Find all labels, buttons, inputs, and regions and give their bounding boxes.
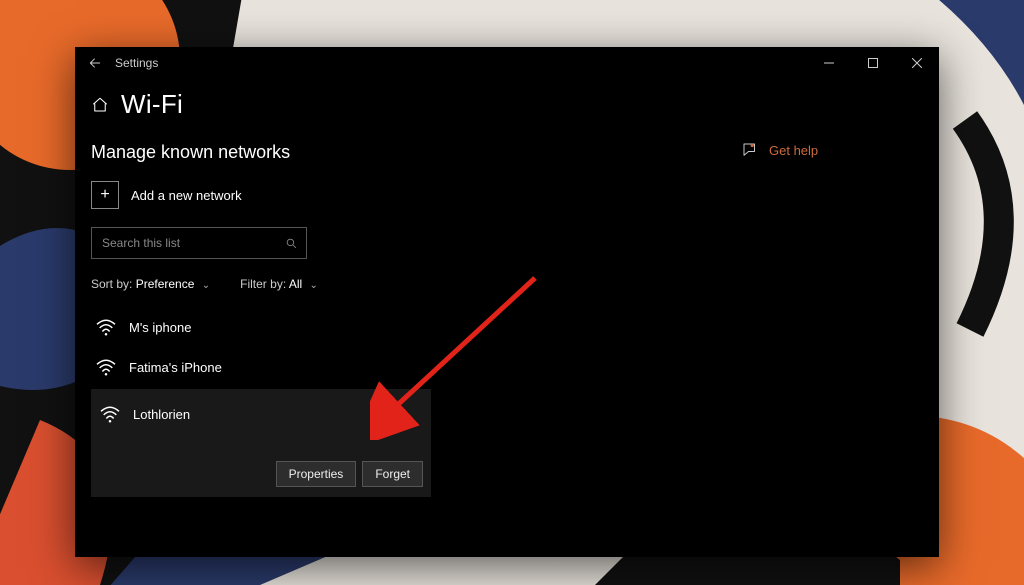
network-item-selected[interactable]: Lothlorien Properties Forget <box>91 389 431 497</box>
chevron-down-icon: ⌄ <box>202 280 210 291</box>
sort-by-value: Preference <box>136 277 195 291</box>
minimize-icon <box>824 58 834 68</box>
close-icon <box>912 58 922 68</box>
network-name: Fatima's iPhone <box>129 360 222 375</box>
arrow-left-icon <box>88 56 102 70</box>
filter-by-dropdown[interactable]: Filter by: All ⌄ <box>240 277 318 291</box>
add-network-label: Add a new network <box>131 188 242 203</box>
network-item[interactable]: Fatima's iPhone <box>91 347 731 387</box>
desktop: Settings Wi-Fi Manage known networ <box>0 0 1024 585</box>
help-icon <box>741 141 759 159</box>
section-title: Manage known networks <box>91 142 731 163</box>
titlebar: Settings <box>75 47 939 79</box>
network-name: M's iphone <box>129 320 191 335</box>
minimize-button[interactable] <box>807 47 851 79</box>
search-input[interactable] <box>100 235 264 251</box>
back-button[interactable] <box>75 47 115 79</box>
app-title: Settings <box>115 56 158 70</box>
forget-button[interactable]: Forget <box>362 461 423 487</box>
plus-icon: + <box>91 181 119 209</box>
network-name: Lothlorien <box>133 407 190 422</box>
page-title: Wi-Fi <box>121 89 183 120</box>
sort-by-dropdown[interactable]: Sort by: Preference ⌄ <box>91 277 210 291</box>
filter-by-value: All <box>289 277 302 291</box>
settings-window: Settings Wi-Fi Manage known networ <box>75 47 939 557</box>
properties-button[interactable]: Properties <box>276 461 357 487</box>
wifi-icon <box>95 318 117 336</box>
search-icon <box>285 237 298 250</box>
search-input-container[interactable] <box>91 227 307 259</box>
get-help-label: Get help <box>769 143 818 158</box>
network-item[interactable]: M's iphone <box>91 307 731 347</box>
wifi-icon <box>99 405 121 423</box>
get-help-link[interactable]: Get help <box>741 141 923 159</box>
wifi-icon <box>95 358 117 376</box>
maximize-button[interactable] <box>851 47 895 79</box>
sort-by-label: Sort by: <box>91 277 132 291</box>
close-button[interactable] <box>895 47 939 79</box>
home-icon[interactable] <box>91 96 109 114</box>
add-network-button[interactable]: + Add a new network <box>91 181 731 209</box>
filter-by-label: Filter by: <box>240 277 286 291</box>
maximize-icon <box>868 58 878 68</box>
chevron-down-icon: ⌄ <box>310 280 318 291</box>
